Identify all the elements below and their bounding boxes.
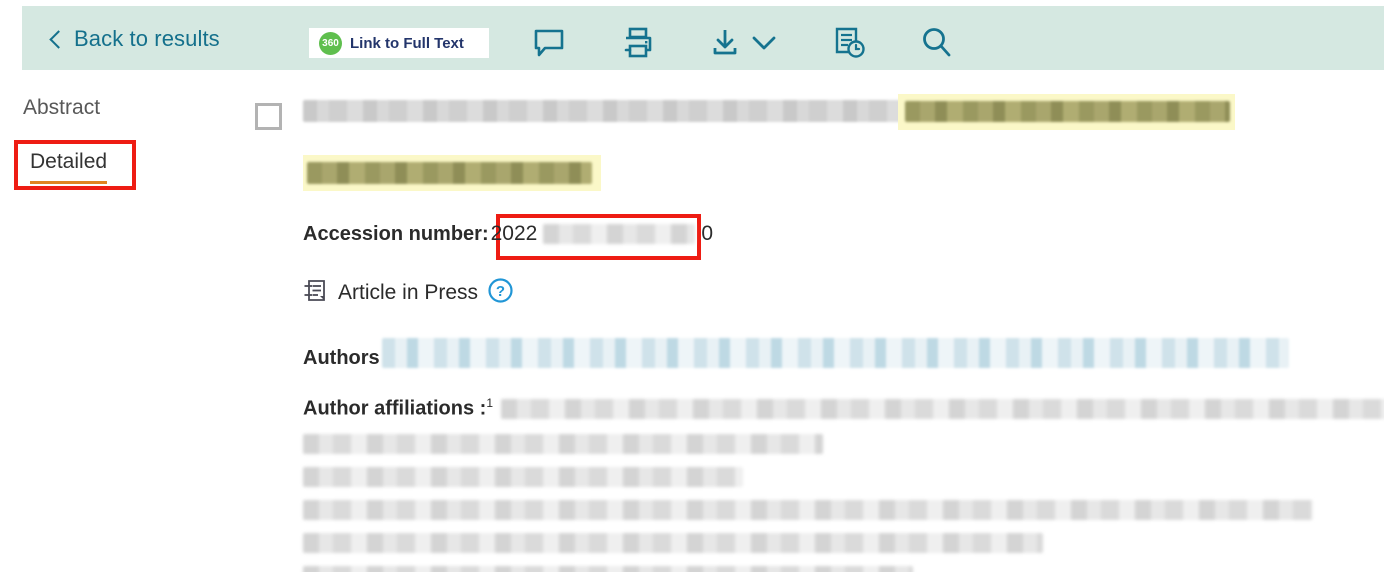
back-to-results-label: Back to results bbox=[74, 26, 220, 51]
page-header-bar: Back to results 360 Link to Full Text bbox=[22, 6, 1384, 70]
download-icon bbox=[710, 26, 740, 60]
accession-number-suffix: 0 bbox=[701, 222, 714, 245]
accession-number-prefix: 2022 bbox=[490, 222, 538, 245]
cite-history-icon bbox=[832, 26, 866, 60]
record-title-line-1 bbox=[303, 94, 1235, 130]
tab-detailed-label: Detailed bbox=[30, 150, 108, 184]
record-title-line-2 bbox=[303, 155, 603, 191]
search-button[interactable] bbox=[920, 26, 954, 60]
author-affiliations-first-line: Author affiliations :1 bbox=[303, 396, 1384, 421]
comment-button[interactable] bbox=[532, 26, 566, 60]
search-icon bbox=[920, 26, 954, 60]
badge-360-icon: 360 bbox=[319, 31, 342, 55]
article-in-press-icon bbox=[303, 278, 329, 309]
tab-detailed[interactable]: Detailed bbox=[30, 150, 108, 184]
download-options-button[interactable] bbox=[750, 33, 778, 53]
authors-row: Authors bbox=[303, 338, 1289, 370]
question-circle-icon[interactable]: ? bbox=[487, 277, 514, 309]
redacted-highlighted-title-text bbox=[905, 101, 1230, 122]
link-to-full-text-button[interactable]: 360 Link to Full Text bbox=[309, 28, 489, 58]
author-affiliations-block: Author affiliations :1 bbox=[303, 396, 1384, 572]
author-affiliations-label-text: Author affiliations : bbox=[303, 397, 487, 420]
record-title bbox=[303, 94, 1235, 191]
download-button[interactable] bbox=[710, 26, 740, 60]
back-to-results-link[interactable]: Back to results bbox=[49, 26, 220, 52]
link-to-full-text-label: Link to Full Text bbox=[350, 34, 464, 52]
chevron-down-icon bbox=[750, 33, 778, 53]
chevron-left-icon bbox=[49, 30, 68, 49]
comment-icon bbox=[532, 26, 566, 60]
download-group bbox=[710, 26, 778, 60]
redacted-highlighted-title-text-2 bbox=[307, 162, 592, 184]
record-select-checkbox[interactable] bbox=[255, 103, 282, 130]
affiliation-superscript: 1 bbox=[486, 396, 494, 410]
svg-text:?: ? bbox=[496, 283, 505, 300]
redacted-authors-list bbox=[381, 338, 1289, 368]
print-icon bbox=[620, 26, 656, 60]
accession-number-row: Accession number: 2022 0 bbox=[303, 222, 713, 246]
redacted-affiliation-line bbox=[303, 499, 1313, 520]
accession-number-value: 2022 0 bbox=[491, 222, 713, 246]
redacted-affiliation-line bbox=[303, 433, 823, 454]
accession-number-label: Accession number: bbox=[303, 222, 489, 245]
redacted-affiliation-line bbox=[303, 532, 1043, 553]
authors-label: Authors bbox=[303, 347, 380, 369]
article-in-press-label: Article in Press bbox=[338, 281, 479, 304]
redacted-affiliation-line bbox=[303, 466, 743, 487]
redacted-affiliation-line bbox=[501, 399, 1384, 419]
print-button[interactable] bbox=[620, 26, 656, 60]
redacted-title-text bbox=[303, 100, 903, 122]
detailed-record-page: Back to results 360 Link to Full Text Ab… bbox=[0, 0, 1384, 572]
redacted-accession-digits bbox=[543, 224, 696, 244]
cite-button[interactable] bbox=[832, 26, 866, 60]
tab-abstract[interactable]: Abstract bbox=[23, 96, 100, 120]
author-affiliations-label: Author affiliations :1 bbox=[303, 396, 493, 421]
redacted-affiliation-line bbox=[303, 565, 913, 572]
record-toolbar bbox=[532, 18, 954, 68]
article-in-press-row: Article in Press ? bbox=[303, 277, 514, 309]
